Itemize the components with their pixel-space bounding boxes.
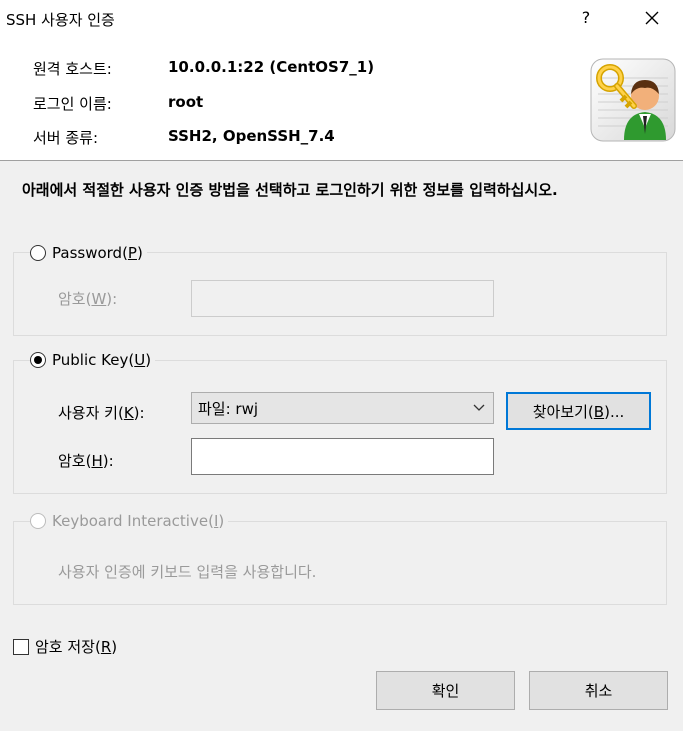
instructions-text: 아래에서 적절한 사용자 인증 방법을 선택하고 로그인하기 위한 정보를 입력… bbox=[22, 181, 558, 199]
user-key-icon bbox=[590, 58, 676, 142]
server-type-value: SSH2, OpenSSH_7.4 bbox=[168, 127, 335, 145]
password-radio-label: Password(P) bbox=[52, 244, 143, 262]
connection-info: 원격 호스트: 10.0.0.1:22 (CentOS7_1) 로그인 이름: … bbox=[0, 38, 683, 160]
browse-button-label: 찾아보기(B)... bbox=[532, 402, 625, 421]
keyboard-description: 사용자 인증에 키보드 입력을 사용합니다. bbox=[58, 563, 317, 581]
save-password-option[interactable]: 암호 저장(R) bbox=[13, 636, 117, 657]
publickey-radio-option[interactable]: Public Key(U) bbox=[30, 350, 156, 370]
password-radio[interactable] bbox=[30, 245, 46, 261]
password-radio-option[interactable]: Password(P) bbox=[30, 243, 147, 263]
ok-button[interactable]: 확인 bbox=[376, 671, 515, 710]
server-type-label: 서버 종류: bbox=[33, 129, 99, 147]
passphrase-label: 암호(H): bbox=[58, 452, 114, 470]
user-key-select-value: 파일: rwj bbox=[198, 399, 259, 418]
chevron-down-icon bbox=[473, 401, 485, 419]
user-key-label: 사용자 키(K): bbox=[58, 404, 145, 422]
help-button[interactable]: ? bbox=[568, 2, 604, 34]
close-icon bbox=[645, 11, 659, 25]
save-password-label: 암호 저장(R) bbox=[35, 638, 118, 656]
login-value: root bbox=[168, 93, 204, 111]
keyboard-radio[interactable] bbox=[30, 513, 46, 529]
password-field-label: 암호(W): bbox=[58, 290, 118, 308]
passphrase-input[interactable] bbox=[191, 438, 494, 475]
close-button[interactable] bbox=[630, 2, 674, 34]
user-key-select[interactable]: 파일: rwj bbox=[191, 392, 494, 424]
publickey-radio-label: Public Key(U) bbox=[52, 351, 152, 369]
host-value: 10.0.0.1:22 (CentOS7_1) bbox=[168, 58, 375, 76]
cancel-button[interactable]: 취소 bbox=[529, 671, 668, 710]
publickey-radio[interactable] bbox=[30, 352, 46, 368]
keyboard-radio-label: Keyboard Interactive(I) bbox=[52, 512, 225, 530]
browse-button[interactable]: 찾아보기(B)... bbox=[506, 392, 651, 430]
keyboard-radio-option[interactable]: Keyboard Interactive(I) bbox=[30, 511, 229, 531]
save-password-checkbox[interactable] bbox=[13, 638, 29, 655]
login-label: 로그인 이름: bbox=[33, 95, 112, 113]
password-input[interactable] bbox=[191, 280, 494, 317]
window-title: SSH 사용자 인증 bbox=[6, 11, 115, 29]
title-bar: SSH 사용자 인증 ? bbox=[0, 0, 683, 38]
host-label: 원격 호스트: bbox=[33, 60, 112, 78]
